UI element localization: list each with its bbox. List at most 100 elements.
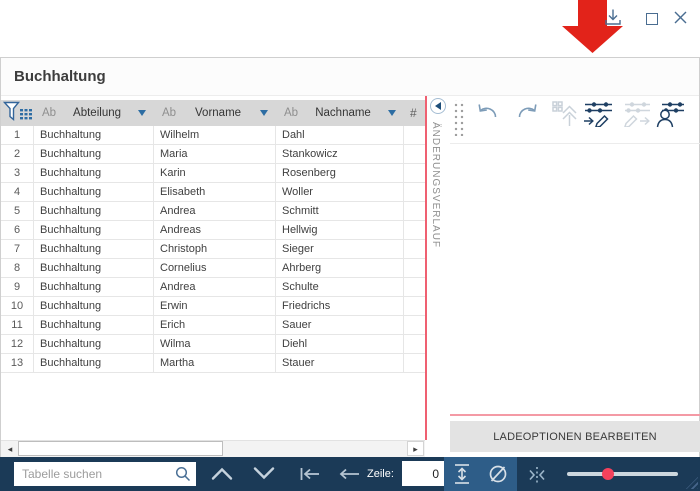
load-all-button[interactable] [552,101,577,130]
row-number-cell[interactable]: 4 [1,183,34,201]
load-options-button[interactable]: LADEOPTIONEN BEARBEITEN [450,421,700,452]
cell-vorname[interactable]: Maria [154,145,276,163]
row-number-cell[interactable]: 2 [1,145,34,163]
cell-abteilung[interactable]: Buchhaltung [34,259,154,277]
cell-abteilung[interactable]: Buchhaltung [34,145,154,163]
column-header-vorname[interactable]: Ab Vorname [154,100,276,126]
cell-nachname[interactable]: Schmitt [276,202,404,220]
scroll-left-icon[interactable]: ◂ [3,442,17,456]
cell-vorname[interactable]: Christoph [154,240,276,258]
search-icon[interactable] [175,466,191,487]
table-row[interactable]: 8 Buchhaltung Cornelius Ahrberg [1,259,425,278]
next-match-button[interactable] [253,466,275,484]
row-number-cell[interactable]: 5 [1,202,34,220]
cell-extra[interactable] [404,164,425,182]
cell-abteilung[interactable]: Buchhaltung [34,126,154,144]
edit-load-options-button[interactable] [583,101,614,130]
sort-down-icon[interactable] [388,110,396,116]
table-row[interactable]: 9 Buchhaltung Andrea Schulte [1,278,425,297]
table-row[interactable]: 12 Buchhaltung Wilma Diehl [1,335,425,354]
filter-button[interactable] [1,101,34,125]
cell-vorname[interactable]: Andreas [154,221,276,239]
row-number-cell[interactable]: 9 [1,278,34,296]
cell-vorname[interactable]: Elisabeth [154,183,276,201]
search-input[interactable] [14,462,196,486]
cell-nachname[interactable]: Stauer [276,354,404,372]
cell-extra[interactable] [404,202,425,220]
table-row[interactable]: 4 Buchhaltung Elisabeth Woller [1,183,425,202]
maximize-button[interactable] [640,7,664,31]
cell-nachname[interactable]: Friedrichs [276,297,404,315]
column-header-abteilung[interactable]: Ab Abteilung [34,100,154,126]
cell-abteilung[interactable]: Buchhaltung [34,297,154,315]
cell-vorname[interactable]: Wilhelm [154,126,276,144]
cell-extra[interactable] [404,259,425,277]
cell-extra[interactable] [404,126,425,144]
row-number-cell[interactable]: 10 [1,297,34,315]
apply-load-options-button[interactable] [623,101,652,130]
pane-splitter[interactable] [425,96,427,440]
go-previous-button[interactable] [337,466,361,485]
cell-vorname[interactable]: Andrea [154,278,276,296]
cell-nachname[interactable]: Diehl [276,335,404,353]
cell-nachname[interactable]: Schulte [276,278,404,296]
row-number-cell[interactable]: 7 [1,240,34,258]
table-row[interactable]: 11 Buchhaltung Erich Sauer [1,316,425,335]
cell-vorname[interactable]: Erich [154,316,276,334]
scrollbar-thumb[interactable] [18,441,223,456]
fit-rows-button[interactable] [450,463,474,488]
horizontal-scrollbar[interactable]: ◂ ▸ [1,440,425,457]
cell-extra[interactable] [404,221,425,239]
cell-nachname[interactable]: Ahrberg [276,259,404,277]
row-number-cell[interactable]: 6 [1,221,34,239]
scroll-right-icon[interactable]: ▸ [407,441,424,456]
row-number-cell[interactable]: 8 [1,259,34,277]
download-button[interactable] [601,7,625,31]
zoom-slider-knob[interactable] [602,468,614,480]
cell-nachname[interactable]: Rosenberg [276,164,404,182]
cell-nachname[interactable]: Stankowicz [276,145,404,163]
cell-vorname[interactable]: Martha [154,354,276,372]
sort-down-icon[interactable] [260,110,268,116]
table-row[interactable]: 13 Buchhaltung Martha Stauer [1,354,425,373]
row-number-cell[interactable]: 1 [1,126,34,144]
cell-abteilung[interactable]: Buchhaltung [34,183,154,201]
tab-aenderungsverlauf[interactable]: ÄNDERUNGSVERLAUF [430,122,441,248]
cell-abteilung[interactable]: Buchhaltung [34,316,154,334]
cell-vorname[interactable]: Cornelius [154,259,276,277]
user-load-options-button[interactable] [656,101,685,131]
cell-nachname[interactable]: Sieger [276,240,404,258]
cell-vorname[interactable]: Wilma [154,335,276,353]
cell-extra[interactable] [404,183,425,201]
cell-vorname[interactable]: Karin [154,164,276,182]
row-number-cell[interactable]: 11 [1,316,34,334]
cell-vorname[interactable]: Andrea [154,202,276,220]
close-button[interactable] [668,7,692,31]
row-number-input[interactable] [402,461,446,486]
table-row[interactable]: 10 Buchhaltung Erwin Friedrichs [1,297,425,316]
table-row[interactable]: 5 Buchhaltung Andrea Schmitt [1,202,425,221]
previous-match-button[interactable] [211,466,233,484]
cell-nachname[interactable]: Sauer [276,316,404,334]
fit-columns-button[interactable] [527,465,547,488]
table-row[interactable]: 1 Buchhaltung Wilhelm Dahl [1,126,425,145]
cell-extra[interactable] [404,145,425,163]
cell-extra[interactable] [404,240,425,258]
cell-abteilung[interactable]: Buchhaltung [34,221,154,239]
undo-button[interactable] [474,101,501,125]
row-number-cell[interactable]: 12 [1,335,34,353]
zoom-slider-track[interactable] [567,472,678,476]
cell-vorname[interactable]: Erwin [154,297,276,315]
cell-nachname[interactable]: Woller [276,183,404,201]
cell-extra[interactable] [404,335,425,353]
table-row[interactable]: 6 Buchhaltung Andreas Hellwig [1,221,425,240]
cell-nachname[interactable]: Dahl [276,126,404,144]
cell-extra[interactable] [404,316,425,334]
cell-abteilung[interactable]: Buchhaltung [34,335,154,353]
row-number-cell[interactable]: 13 [1,354,34,372]
cell-extra[interactable] [404,278,425,296]
cell-abteilung[interactable]: Buchhaltung [34,164,154,182]
cell-abteilung[interactable]: Buchhaltung [34,354,154,372]
column-header-extra[interactable]: # [404,106,425,120]
cell-extra[interactable] [404,354,425,372]
